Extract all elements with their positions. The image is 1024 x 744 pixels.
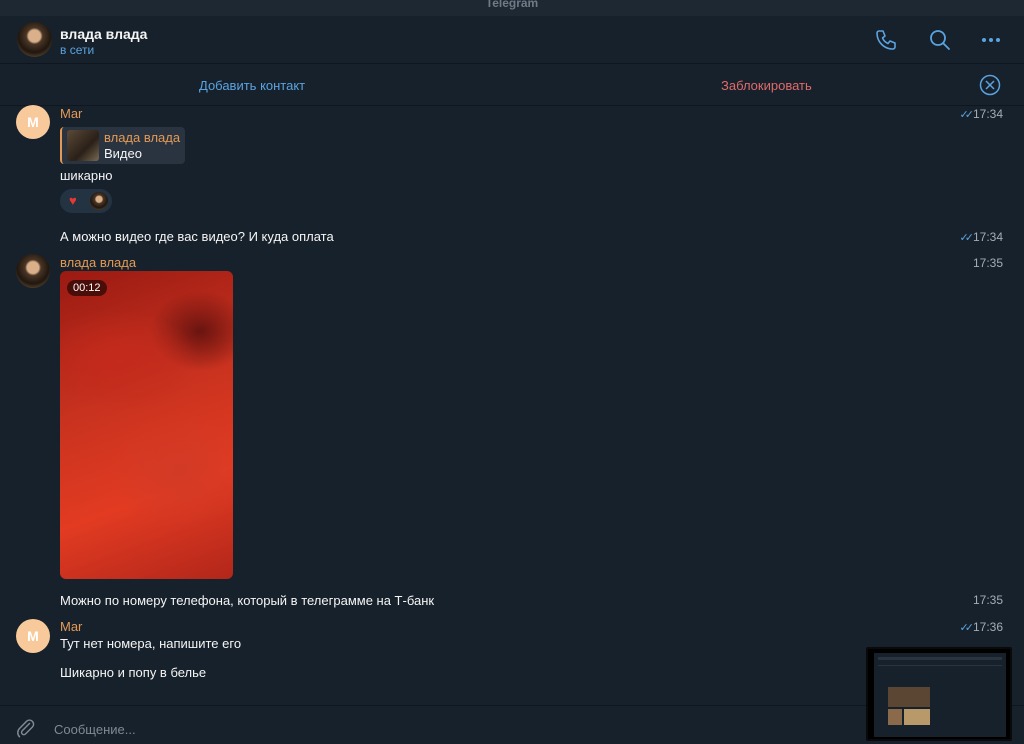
message-text: Тут нет номера, напишите его	[60, 636, 242, 651]
message-time: ✓✓ 17:34	[959, 230, 1003, 244]
message-time: 17:35	[972, 256, 1003, 270]
preview-image	[888, 709, 902, 725]
search-icon[interactable]	[928, 28, 952, 52]
reply-thumbnail	[67, 130, 99, 161]
sender-avatar[interactable]: M	[16, 105, 50, 139]
reply-preview[interactable]: влада влада Видео	[60, 127, 185, 164]
message-time: ✓✓ 17:36	[959, 620, 1003, 634]
preview-image	[888, 687, 930, 707]
contact-action-bar: Добавить контакт Заблокировать	[0, 64, 1024, 106]
window-title: Telegram	[0, 0, 1024, 16]
add-contact-button[interactable]: Добавить контакт	[199, 78, 305, 93]
preview-header	[878, 657, 1002, 660]
message-text: А можно видео где вас видео? И куда опла…	[60, 229, 334, 244]
message-time: 17:35	[972, 593, 1003, 607]
preview-content	[874, 653, 1006, 737]
contact-name[interactable]: влада влада	[60, 26, 147, 42]
preview-divider	[878, 665, 1002, 666]
video-message[interactable]: 00:12	[60, 271, 233, 579]
message-time: ✓✓ 17:34	[959, 107, 1003, 121]
sender-name[interactable]: влада влада	[60, 255, 136, 270]
screen-preview-thumbnail[interactable]	[866, 647, 1012, 741]
sender-avatar[interactable]: M	[16, 619, 50, 653]
contact-avatar[interactable]	[17, 22, 52, 57]
reaction-bar[interactable]: ♥	[60, 189, 112, 213]
message-text: шикарно	[60, 168, 113, 183]
message-text: Шикарно и попу в белье	[60, 665, 207, 680]
preview-image	[904, 709, 930, 725]
close-icon[interactable]	[979, 74, 1001, 96]
phone-icon[interactable]	[874, 28, 898, 52]
sender-name[interactable]: Mar	[60, 106, 82, 121]
video-duration: 00:12	[67, 280, 107, 296]
block-button[interactable]: Заблокировать	[721, 78, 812, 93]
more-icon[interactable]	[979, 28, 1003, 52]
read-check-icon: ✓✓	[959, 109, 975, 121]
read-check-icon: ✓✓	[959, 622, 975, 634]
message-text: Можно по номеру телефона, который в теле…	[60, 593, 435, 608]
heart-reaction-icon: ♥	[69, 193, 77, 208]
contact-status: в сети	[60, 43, 95, 57]
message-input[interactable]: Сообщение...	[54, 722, 136, 737]
sender-avatar[interactable]	[16, 254, 50, 288]
reactor-avatar	[90, 192, 108, 210]
reply-text: Видео	[104, 146, 142, 161]
sender-name[interactable]: Mar	[60, 619, 82, 634]
chat-header: влада влада в сети	[0, 16, 1024, 64]
reply-sender: влада влада	[104, 130, 181, 145]
read-check-icon: ✓✓	[959, 232, 975, 244]
attach-icon[interactable]	[14, 717, 36, 739]
